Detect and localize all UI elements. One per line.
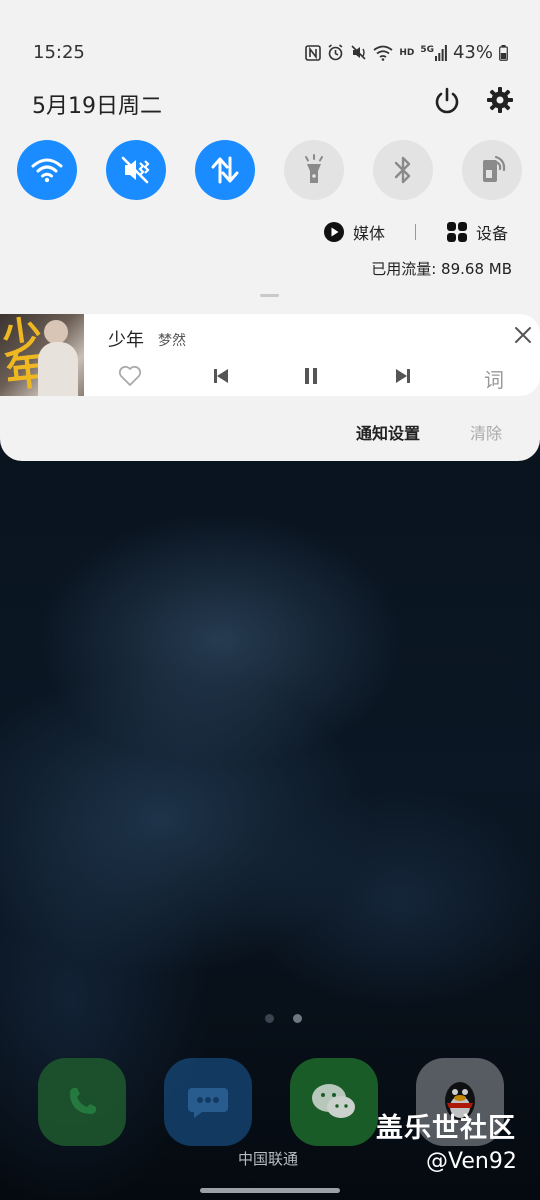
phone-icon [70, 1088, 96, 1114]
vibrate-mute-icon [121, 156, 150, 184]
carrier-label: 中国联通 [238, 1150, 299, 1168]
clear-button[interactable]: 清除 [470, 420, 502, 444]
page-indicator-dot-active [293, 1014, 302, 1023]
devices-grid-icon [446, 222, 467, 242]
nfc-icon [305, 44, 322, 61]
hd-icon: HD [399, 47, 415, 58]
flashlight-icon [305, 154, 323, 183]
heart-icon [118, 365, 142, 386]
song-artist: 梦然 [158, 333, 186, 349]
album-art-figure-body [38, 342, 78, 396]
song-title: 少年 [108, 330, 144, 351]
qs-vibrate-toggle[interactable] [106, 140, 166, 200]
pause-icon [305, 368, 317, 384]
qs-mobile-data-toggle[interactable] [195, 140, 255, 200]
previous-track-button[interactable] [208, 364, 234, 388]
wifi-icon [31, 158, 63, 183]
devices-label: 设备 [475, 224, 508, 243]
notification-settings-button[interactable]: 通知设置 [356, 420, 420, 444]
skip-next-icon [396, 369, 410, 383]
messages-icon [188, 1088, 228, 1118]
alarm-icon [328, 44, 343, 61]
data-usage-label: 已用流量: 89.68 MB [371, 260, 512, 278]
shade-date: 5月19日周二 [32, 94, 162, 119]
status-icons: HD 5G 43% [305, 42, 508, 63]
status-time: 15:25 [33, 42, 85, 63]
bluetooth-icon [394, 156, 411, 184]
album-art: 少 年 [0, 314, 84, 396]
media-button[interactable]: 媒体 [323, 220, 385, 244]
dock-wechat-app[interactable] [290, 1058, 378, 1146]
devices-button[interactable]: 设备 [446, 220, 508, 244]
qs-bluetooth-toggle[interactable] [373, 140, 433, 200]
network-type-label: 5G [420, 44, 434, 55]
gear-icon [487, 87, 513, 113]
qs-wifi-toggle[interactable] [17, 140, 77, 200]
wifi-icon [373, 45, 393, 61]
settings-button[interactable] [486, 86, 516, 116]
album-art-figure [44, 320, 68, 344]
dock-messages-app[interactable] [164, 1058, 252, 1146]
skip-previous-icon [214, 369, 228, 383]
dock-phone-app[interactable] [38, 1058, 126, 1146]
power-icon [435, 87, 459, 114]
media-devices-row: 媒体 设备 [323, 220, 508, 244]
close-button[interactable] [514, 326, 532, 344]
home-gesture-bar[interactable] [200, 1188, 340, 1193]
divider [414, 224, 416, 240]
lyrics-button[interactable]: 词 [484, 364, 504, 393]
page-indicator-dot [265, 1014, 274, 1023]
notification-shade: 15:25 HD 5G 43% 5月19日周二 媒体 设备 已用流量: 89.6… [0, 0, 540, 461]
battery-icon [499, 44, 508, 61]
5g-signal-icon: 5G [420, 44, 447, 61]
shade-drag-handle[interactable] [260, 294, 279, 297]
wechat-icon [312, 1084, 355, 1118]
close-icon [515, 327, 531, 343]
pause-button[interactable] [298, 364, 324, 388]
status-bar: 15:25 HD 5G 43% [0, 0, 540, 100]
qs-flashlight-toggle[interactable] [284, 140, 344, 200]
play-circle-icon [323, 222, 344, 242]
music-notification-card[interactable]: 少 年 [0, 314, 540, 396]
screen-mirror-icon [483, 155, 506, 182]
watermark-title: 盖乐世社区 [376, 1113, 516, 1144]
like-button[interactable] [117, 364, 143, 388]
battery-percent: 43% [452, 42, 493, 63]
qs-screen-mirror-toggle[interactable] [462, 140, 522, 200]
media-label: 媒体 [352, 224, 385, 243]
data-arrows-icon [211, 156, 239, 184]
power-button[interactable] [432, 86, 462, 116]
quick-settings-row [0, 140, 540, 202]
mute-icon [351, 45, 366, 60]
watermark-user: @Ven92 [426, 1149, 517, 1174]
next-track-button[interactable] [390, 364, 416, 388]
